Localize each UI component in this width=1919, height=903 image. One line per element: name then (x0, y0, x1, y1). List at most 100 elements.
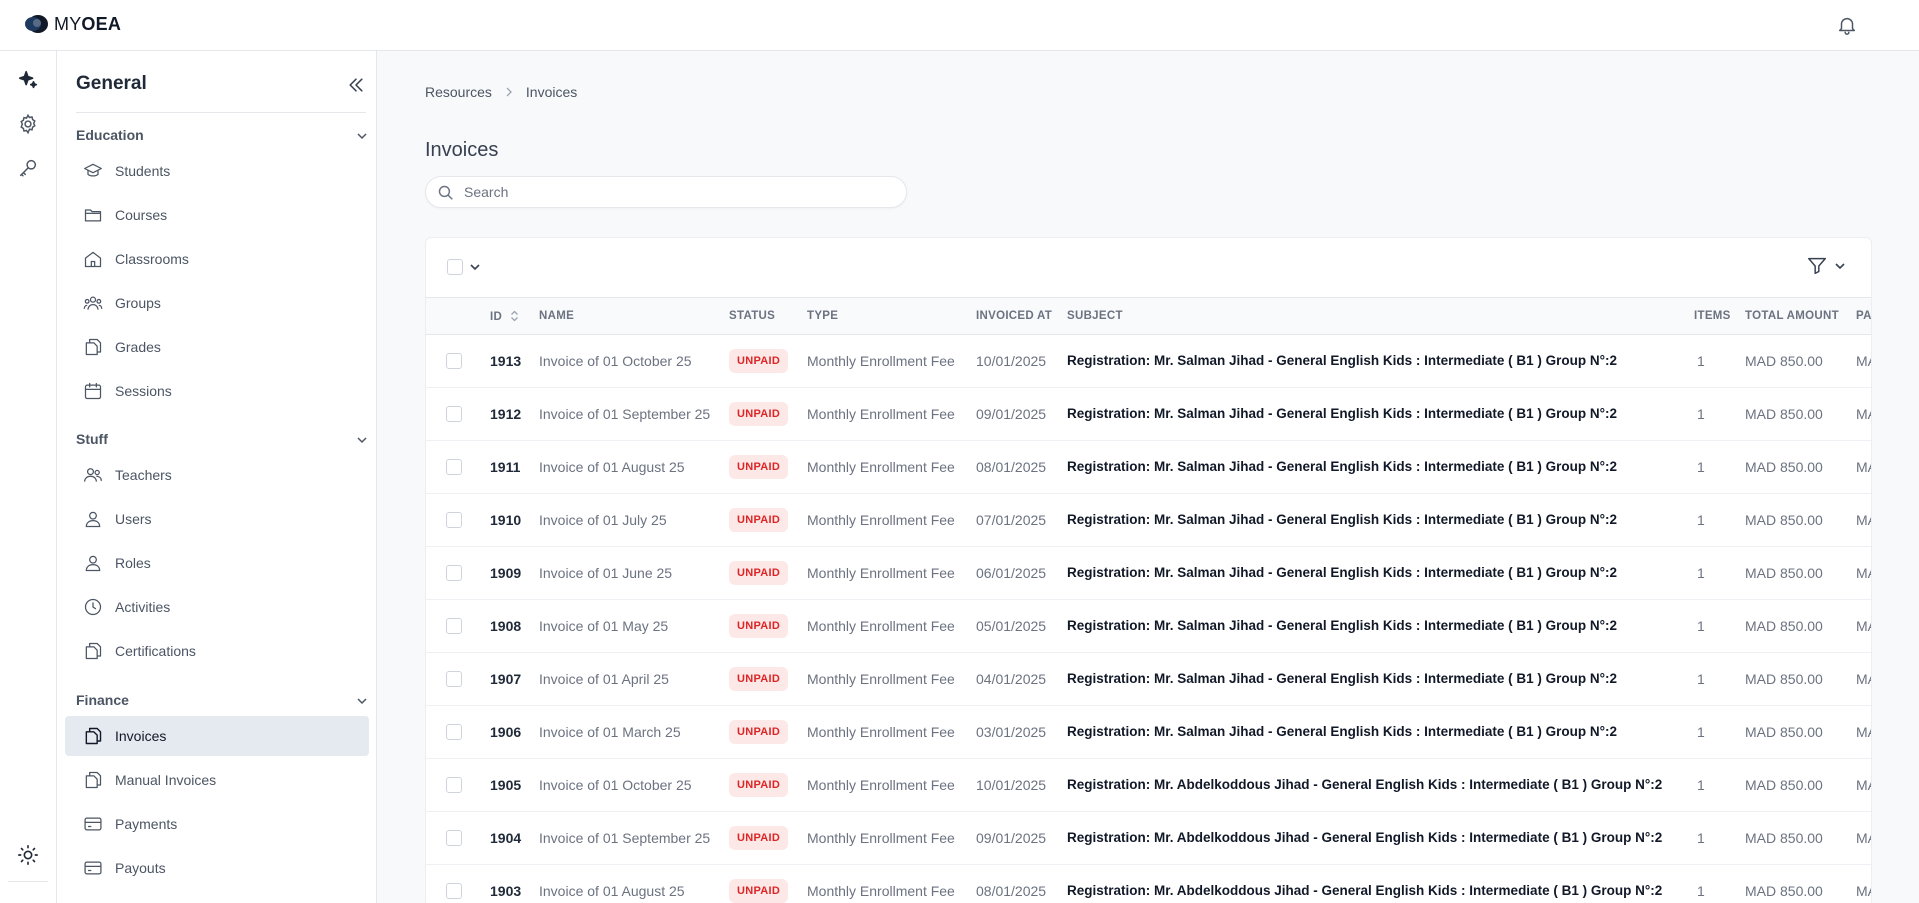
status-badge: UNPAID (729, 826, 789, 850)
cell-subject: Registration: Mr. Abdelkoddous Jihad - G… (1067, 777, 1663, 792)
search-input[interactable] (464, 177, 894, 207)
table-row[interactable]: 1913 Invoice of 01 October 25 UNPAID Mon… (426, 335, 1871, 388)
cell-id[interactable]: 1913 (490, 353, 521, 369)
cell-invoiced-at: 08/01/2025 (976, 883, 1047, 899)
cell-id[interactable]: 1905 (490, 777, 521, 793)
breadcrumb-resources[interactable]: Resources (425, 84, 492, 100)
sidebar-item-groups[interactable]: Groups (65, 283, 369, 323)
sidebar-item-label: Invoices (115, 728, 167, 744)
app-logo[interactable]: MYOEA (24, 12, 121, 36)
bulk-select-dropdown[interactable] (447, 259, 481, 275)
collapse-sidebar-icon[interactable] (346, 75, 366, 95)
status-badge: UNPAID (729, 614, 789, 638)
cell-id[interactable]: 1908 (490, 618, 521, 634)
column-header-subject[interactable]: SUBJECT (1067, 310, 1123, 322)
row-checkbox[interactable] (446, 883, 462, 899)
sun-icon[interactable] (16, 843, 40, 867)
column-header-name[interactable]: NAME (539, 310, 574, 322)
section-education[interactable]: Education (76, 127, 367, 147)
cell-type: Monthly Enrollment Fee (807, 565, 955, 581)
cell-id[interactable]: 1904 (490, 830, 521, 846)
sidebar-item-users[interactable]: Users (65, 499, 369, 539)
sparkles-icon[interactable] (16, 68, 40, 92)
cell-paid: MA (1856, 724, 1871, 740)
column-header-total-amount[interactable]: TOTAL AMOUNT (1745, 310, 1839, 322)
cell-subject: Registration: Mr. Salman Jihad - General… (1067, 618, 1617, 633)
search-bar (425, 176, 907, 208)
filter-button[interactable] (1806, 255, 1846, 277)
sidebar-item-certifications[interactable]: Certifications (65, 631, 369, 671)
table-row[interactable]: 1911 Invoice of 01 August 25 UNPAID Mont… (426, 441, 1871, 494)
notification-bell-icon[interactable] (1836, 13, 1858, 37)
column-header-paid[interactable]: PAI (1856, 310, 1871, 322)
row-checkbox[interactable] (446, 406, 462, 422)
column-header-invoiced-at[interactable]: INVOICED AT (976, 310, 1052, 322)
table-row[interactable]: 1905 Invoice of 01 October 25 UNPAID Mon… (426, 759, 1871, 812)
breadcrumb: Resources Invoices (425, 84, 577, 100)
cell-id[interactable]: 1909 (490, 565, 521, 581)
row-checkbox[interactable] (446, 512, 462, 528)
cell-name: Invoice of 01 June 25 (539, 565, 673, 581)
cell-id[interactable]: 1903 (490, 883, 521, 899)
section-stuff[interactable]: Stuff (76, 431, 367, 451)
cell-paid: MA (1856, 353, 1871, 369)
row-checkbox[interactable] (446, 724, 462, 740)
sidebar-item-label: Sessions (115, 383, 172, 399)
sidebar-item-label: Teachers (115, 467, 172, 483)
sidebar-item-roles[interactable]: Roles (65, 543, 369, 583)
row-checkbox[interactable] (446, 618, 462, 634)
table-row[interactable]: 1910 Invoice of 01 July 25 UNPAID Monthl… (426, 494, 1871, 547)
sidebar-item-students[interactable]: Students (65, 151, 369, 191)
table-row[interactable]: 1908 Invoice of 01 May 25 UNPAID Monthly… (426, 600, 1871, 653)
cell-id[interactable]: 1907 (490, 671, 521, 687)
sidebar-item-label: Grades (115, 339, 161, 355)
row-checkbox[interactable] (446, 671, 462, 687)
table-row[interactable]: 1909 Invoice of 01 June 25 UNPAID Monthl… (426, 547, 1871, 600)
column-header-status[interactable]: STATUS (729, 310, 775, 322)
table-row[interactable]: 1904 Invoice of 01 September 25 UNPAID M… (426, 812, 1871, 865)
user-icon (82, 508, 104, 530)
cell-total-amount: MAD 850.00 (1745, 671, 1823, 687)
column-header-items[interactable]: ITEMS (1694, 310, 1731, 322)
row-checkbox[interactable] (446, 777, 462, 793)
table-row[interactable]: 1906 Invoice of 01 March 25 UNPAID Month… (426, 706, 1871, 759)
table-row[interactable]: 1912 Invoice of 01 September 25 UNPAID M… (426, 388, 1871, 441)
sidebar-item-grades[interactable]: Grades (65, 327, 369, 367)
cell-total-amount: MAD 850.00 (1745, 565, 1823, 581)
cell-id[interactable]: 1910 (490, 512, 521, 528)
breadcrumb-invoices[interactable]: Invoices (526, 84, 577, 100)
cell-id[interactable]: 1906 (490, 724, 521, 740)
sidebar-item-payouts[interactable]: Payouts (65, 848, 369, 888)
column-header-id[interactable]: ID (490, 310, 519, 323)
row-checkbox[interactable] (446, 459, 462, 475)
sidebar-item-courses[interactable]: Courses (65, 195, 369, 235)
gear-icon[interactable] (16, 112, 40, 136)
section-finance[interactable]: Finance (76, 692, 367, 712)
sidebar-item-invoices[interactable]: Invoices (65, 716, 369, 756)
sidebar-item-manual-invoices[interactable]: Manual Invoices (65, 760, 369, 800)
sidebar-item-payments[interactable]: Payments (65, 804, 369, 844)
cell-subject: Registration: Mr. Salman Jihad - General… (1067, 512, 1617, 527)
select-all-checkbox[interactable] (447, 259, 463, 275)
cell-items: 1 (1697, 777, 1705, 793)
chevron-down-icon (470, 264, 480, 271)
sidebar-item-teachers[interactable]: Teachers (65, 455, 369, 495)
table-row[interactable]: 1903 Invoice of 01 August 25 UNPAID Mont… (426, 865, 1871, 903)
cell-type: Monthly Enrollment Fee (807, 512, 955, 528)
key-icon[interactable] (16, 156, 40, 180)
row-checkbox[interactable] (446, 353, 462, 369)
cell-invoiced-at: 05/01/2025 (976, 618, 1047, 634)
sidebar-item-sessions[interactable]: Sessions (65, 371, 369, 411)
cell-id[interactable]: 1911 (490, 459, 520, 475)
table-row[interactable]: 1907 Invoice of 01 April 25 UNPAID Month… (426, 653, 1871, 706)
documents-icon (82, 640, 104, 662)
sidebar-item-classrooms[interactable]: Classrooms (65, 239, 369, 279)
sidebar-item-label: Classrooms (115, 251, 189, 267)
sidebar-item-activities[interactable]: Activities (65, 587, 369, 627)
column-header-type[interactable]: TYPE (807, 310, 838, 322)
sidebar-item-label: Payments (115, 816, 178, 832)
row-checkbox[interactable] (446, 565, 462, 581)
cell-name: Invoice of 01 October 25 (539, 777, 692, 793)
row-checkbox[interactable] (446, 830, 462, 846)
cell-id[interactable]: 1912 (490, 406, 521, 422)
